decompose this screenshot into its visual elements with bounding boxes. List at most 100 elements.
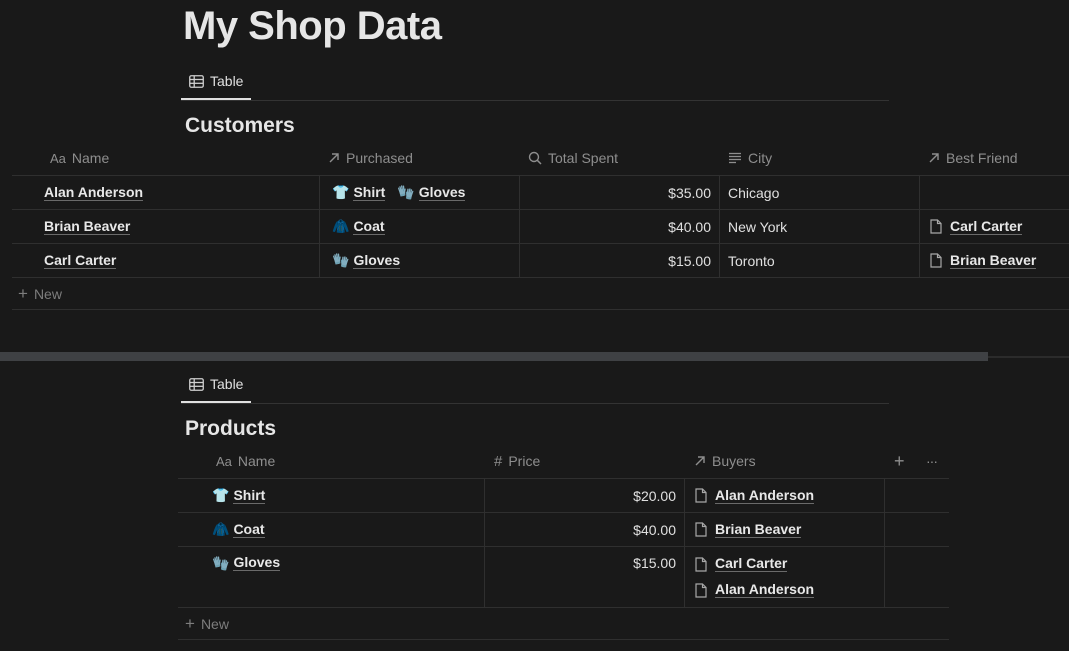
row-name[interactable]: Carl Carter [44,252,117,269]
table-row[interactable]: 👕 Shirt $20.00 Alan Anderson [178,479,949,513]
table-icon [189,74,204,88]
tab-label: Table [210,376,244,392]
column-header-price[interactable]: # Price [494,444,694,478]
price-cell[interactable]: $15.00 [484,547,684,607]
page-icon [930,253,942,268]
row-name[interactable]: Gloves [233,555,281,571]
name-cell[interactable]: 🧤 Gloves [212,547,484,607]
empty-cell [884,479,949,512]
purchased-cell[interactable]: 🧥 Coat [319,210,519,243]
gloves-icon: 🧤 [332,252,350,268]
column-header-name[interactable]: Aa Name [216,444,476,478]
relation-arrow-icon [928,152,940,164]
relation-chip[interactable]: 🧥 Coat [332,218,385,235]
buyers-cell[interactable]: Alan Anderson [684,479,884,512]
relation-arrow-icon [694,455,706,467]
empty-cell [884,547,949,607]
relation-link[interactable]: Alan Anderson [715,582,815,598]
scrollbar-track [988,356,1069,358]
price-cell[interactable]: $20.00 [484,479,684,512]
table-header: Aa Name Purchased Total Spent City Best … [12,141,1069,176]
city-cell[interactable]: New York [719,210,919,243]
customers-view-tabs: Table [181,64,889,101]
customers-table: Aa Name Purchased Total Spent City Best … [12,141,1069,311]
column-header-name[interactable]: Aa Name [50,141,320,175]
more-options-button[interactable]: ··· [926,444,946,478]
gloves-icon: 🧤 [397,184,415,200]
products-view-tabs: Table [181,367,889,404]
buyers-cell[interactable]: Brian Beaver [684,513,884,546]
row-name[interactable]: Alan Anderson [44,184,144,201]
horizontal-scrollbar[interactable] [0,352,988,361]
table-row[interactable]: Carl Carter 🧤 Gloves $15.00 Toronto Brian… [12,244,1069,278]
relation-arrow-icon [328,152,340,164]
column-header-buyers[interactable]: Buyers [694,444,884,478]
page-title: My Shop Data [183,4,442,48]
coat-icon: 🧥 [332,218,350,234]
coat-icon: 🧥 [212,521,230,537]
relation-chip[interactable]: 👕 Shirt [332,184,386,201]
city-cell[interactable]: Chicago [719,176,919,209]
best-friend-cell[interactable]: Carl Carter [919,210,1069,243]
hash-icon: # [494,452,503,470]
buyers-cell[interactable]: Carl Carter Alan Anderson [684,547,884,607]
tab-table[interactable]: Table [181,367,252,403]
name-cell[interactable]: Alan Anderson [44,176,320,209]
table-row[interactable]: 🧤 Gloves $15.00 Carl Carter Alan Anderso… [178,547,949,608]
page-icon [695,522,707,537]
relation-link[interactable]: Brian Beaver [950,252,1037,269]
city-cell[interactable]: Toronto [719,244,919,277]
column-header-best-friend[interactable]: Best Friend [928,141,1069,175]
relation-item[interactable]: Carl Carter [695,551,788,577]
shirt-icon: 👕 [212,487,230,503]
empty-cell [884,513,949,546]
table-row[interactable]: 🧥 Coat $40.00 Brian Beaver [178,513,949,547]
column-header-total-spent[interactable]: Total Spent [528,141,728,175]
table-icon [189,377,204,391]
column-header-city[interactable]: City [728,141,928,175]
total-spent-cell[interactable]: $15.00 [519,244,719,277]
relation-link[interactable]: Brian Beaver [715,521,802,538]
search-icon [528,151,542,165]
name-cell[interactable]: 👕 Shirt [212,479,484,512]
page-icon [695,556,707,572]
gloves-icon: 🧤 [212,555,230,571]
purchased-cell[interactable]: 👕 Shirt 🧤 Gloves [319,176,519,209]
best-friend-cell[interactable]: Brian Beaver [919,244,1069,277]
name-cell[interactable]: 🧥 Coat [212,513,484,546]
row-name[interactable]: Shirt [233,487,266,504]
relation-chip[interactable]: 🧤 Gloves [397,184,466,201]
tab-table[interactable]: Table [181,64,252,100]
relation-link[interactable]: Carl Carter [950,218,1023,235]
plus-icon: + [18,283,28,303]
relation-item[interactable]: Alan Anderson [695,577,815,603]
relation-link[interactable]: Carl Carter [715,556,788,572]
purchased-cell[interactable]: 🧤 Gloves [319,244,519,277]
customers-title[interactable]: Customers [185,114,295,138]
table-row[interactable]: Brian Beaver 🧥 Coat $40.00 New York Carl … [12,210,1069,244]
total-spent-cell[interactable]: $40.00 [519,210,719,243]
column-header-purchased[interactable]: Purchased [328,141,528,175]
products-table: Aa Name # Price Buyers + ··· 👕 Shirt $20… [178,444,949,644]
text-aa-icon: Aa [50,150,66,166]
add-column-button[interactable]: + [894,444,908,478]
page-icon [695,582,707,598]
new-row-button[interactable]: + New [178,608,949,640]
name-cell[interactable]: Brian Beaver [44,210,320,243]
row-name[interactable]: Coat [233,521,265,538]
row-name[interactable]: Brian Beaver [44,218,131,235]
new-row-button[interactable]: + New [12,278,1069,310]
price-cell[interactable]: $40.00 [484,513,684,546]
total-spent-cell[interactable]: $35.00 [519,176,719,209]
table-row[interactable]: Alan Anderson 👕 Shirt 🧤 Gloves $35.00 Chic… [12,176,1069,210]
lines-icon [728,152,742,164]
page-icon [930,219,942,234]
relation-chip[interactable]: 🧤 Gloves [332,252,401,269]
products-title[interactable]: Products [185,417,276,441]
page-icon [695,488,707,503]
best-friend-cell[interactable] [919,176,1069,209]
table-header: Aa Name # Price Buyers + ··· [178,444,949,479]
name-cell[interactable]: Carl Carter [44,244,320,277]
relation-link[interactable]: Alan Anderson [715,487,815,504]
text-aa-icon: Aa [216,453,232,469]
